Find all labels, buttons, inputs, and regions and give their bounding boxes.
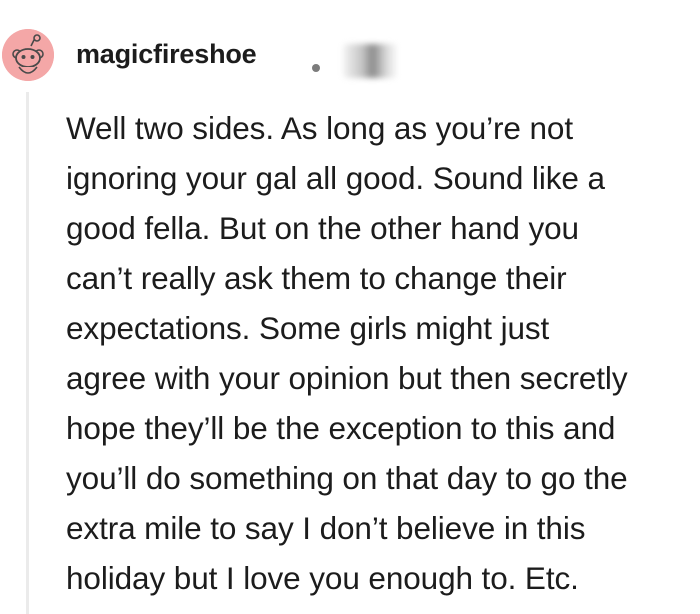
comment-body-line: extra mile to say I don’t believe in thi… [66, 510, 586, 546]
separator-dot [312, 64, 320, 72]
comment-body-line: you’ll do something on that day to go th… [66, 460, 628, 496]
comment-author[interactable]: magicfireshoe [76, 39, 257, 70]
comment-body-line: good fella. But on the other hand you [66, 210, 579, 246]
thread-line[interactable] [26, 92, 29, 614]
comment-body-line: agree with your opinion but then secretl… [66, 360, 628, 396]
comment-body-line: expectations. Some girls might just [66, 310, 550, 346]
comment-body-line: holiday but I love you enough to. Etc. [66, 560, 579, 596]
comment-body-line: can’t really ask them to change their [66, 260, 567, 296]
reddit-snoo-avatar-icon [2, 29, 54, 81]
comment: magicfireshoe Well two sides. As long as… [0, 0, 700, 614]
redacted-timestamp [343, 44, 397, 78]
comment-body-line: Well two sides. As long as you’re not [66, 110, 573, 146]
comment-body: Well two sides. As long as you’re not ig… [66, 103, 696, 603]
comment-body-line: hope they’ll be the exception to this an… [66, 410, 616, 446]
comment-body-line: ignoring your gal all good. Sound like a [66, 160, 605, 196]
avatar[interactable] [2, 29, 54, 81]
